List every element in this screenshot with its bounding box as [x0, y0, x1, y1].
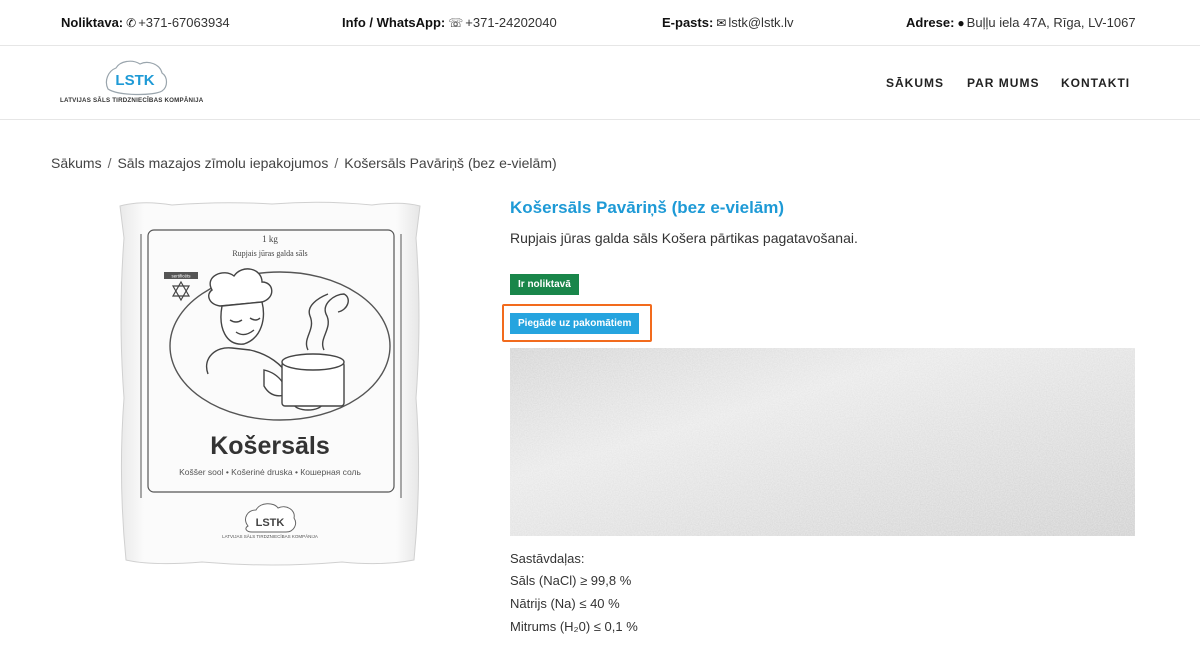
nav-contacts[interactable]: KONTAKTI — [1061, 76, 1130, 90]
stock-phone-value: +371-67063934 — [138, 15, 230, 30]
parcel-delivery-button[interactable]: Piegāde uz pakomātiem — [510, 313, 640, 334]
whatsapp-contact[interactable]: Info / WhatsApp: ☏ +371-24202040 — [342, 15, 557, 30]
package-weight: 1 kg — [262, 234, 278, 244]
breadcrumb-current: Košersāls Pavāriņš (bez e-vielām) — [344, 155, 557, 171]
logo-text: LSTK — [115, 72, 154, 89]
top-info-bar: Noliktava: ✆ +371-67063934 Info / WhatsApp… — [0, 0, 1200, 46]
breadcrumb: Sākums / Sāls mazajos zīmolu iepakojumos / K… — [51, 155, 557, 171]
email-contact[interactable]: E-pasts: ✉ lstk@lstk.lv — [662, 15, 794, 30]
breadcrumb-category[interactable]: Sāls mazajos zīmolu iepakojumos — [117, 155, 328, 171]
package-translations: Koššer sool • Košerinė druska • Кошерная… — [179, 467, 361, 477]
certified-label: sertificēts — [171, 274, 191, 279]
product-image[interactable]: 1 kg Rupjais jūras galda sāls sertificēt… — [112, 198, 428, 570]
envelope-icon: ✉ — [716, 16, 727, 30]
salt-texture-image — [510, 348, 1135, 536]
composition-item: Nātrijs (Na) ≤ 40 % — [510, 596, 620, 611]
nav-about[interactable]: PAR MUMS — [967, 76, 1039, 90]
site-header: LSTK LATVIJAS SĀLS TIRDZNIECĪBAS KOMPĀNI… — [0, 46, 1200, 120]
whatsapp-icon: ☏ — [448, 16, 464, 30]
nav-home[interactable]: SĀKUMS — [886, 76, 944, 90]
email-label: E-pasts: — [662, 15, 714, 30]
composition-item: Sāls (NaCl) ≥ 99,8 % — [510, 573, 632, 588]
stock-phone[interactable]: Noliktava: ✆ +371-67063934 — [61, 15, 230, 30]
package-subtitle: Rupjais jūras galda sāls — [232, 249, 307, 258]
breadcrumb-home[interactable]: Sākums — [51, 155, 102, 171]
phone-icon: ✆ — [126, 16, 137, 30]
logo-subtitle: LATVIJAS SĀLS TIRDZNIECĪBAS KOMPĀNIJA — [60, 97, 204, 104]
whatsapp-value: +371-24202040 — [465, 15, 557, 30]
package-illustration: 1 kg Rupjais jūras galda sāls sertificēt… — [119, 201, 421, 566]
address-contact[interactable]: Adrese: ● Buļļu iela 47A, Rīga, LV-1067 — [906, 15, 1136, 30]
address-value: Buļļu iela 47A, Rīga, LV-1067 — [966, 15, 1136, 30]
breadcrumb-separator: / — [107, 155, 112, 171]
product-description: Rupjais jūras galda sāls Košera pārtikas… — [510, 230, 858, 246]
address-label: Adrese: — [906, 15, 955, 30]
in-stock-badge: Ir noliktavā — [510, 274, 579, 295]
info-label: Info / WhatsApp: — [342, 15, 446, 30]
package-brand-subtitle: LATVIJAS SĀLS TIRDZNIECĪBAS KOMPĀNIJA — [222, 533, 318, 539]
map-pin-icon: ● — [957, 16, 965, 30]
package-name: Košersāls — [210, 432, 330, 460]
breadcrumb-separator: / — [334, 155, 339, 171]
composition-heading: Sastāvdaļas: — [510, 551, 585, 566]
composition-item: Mitrums (H₂0) ≤ 0,1 % — [510, 619, 638, 634]
email-value: lstk@lstk.lv — [728, 15, 794, 30]
package-brand: LSTK — [256, 517, 285, 529]
logo-mark: LSTK — [105, 60, 168, 96]
salt-texture — [510, 348, 1135, 536]
product-title: Košersāls Pavāriņš (bez e-vielām) — [510, 198, 785, 217]
site-logo[interactable]: LSTK LATVIJAS SĀLS TIRDZNIECĪBAS KOMPĀNI… — [60, 59, 220, 109]
stock-label: Noliktava: — [61, 15, 124, 30]
